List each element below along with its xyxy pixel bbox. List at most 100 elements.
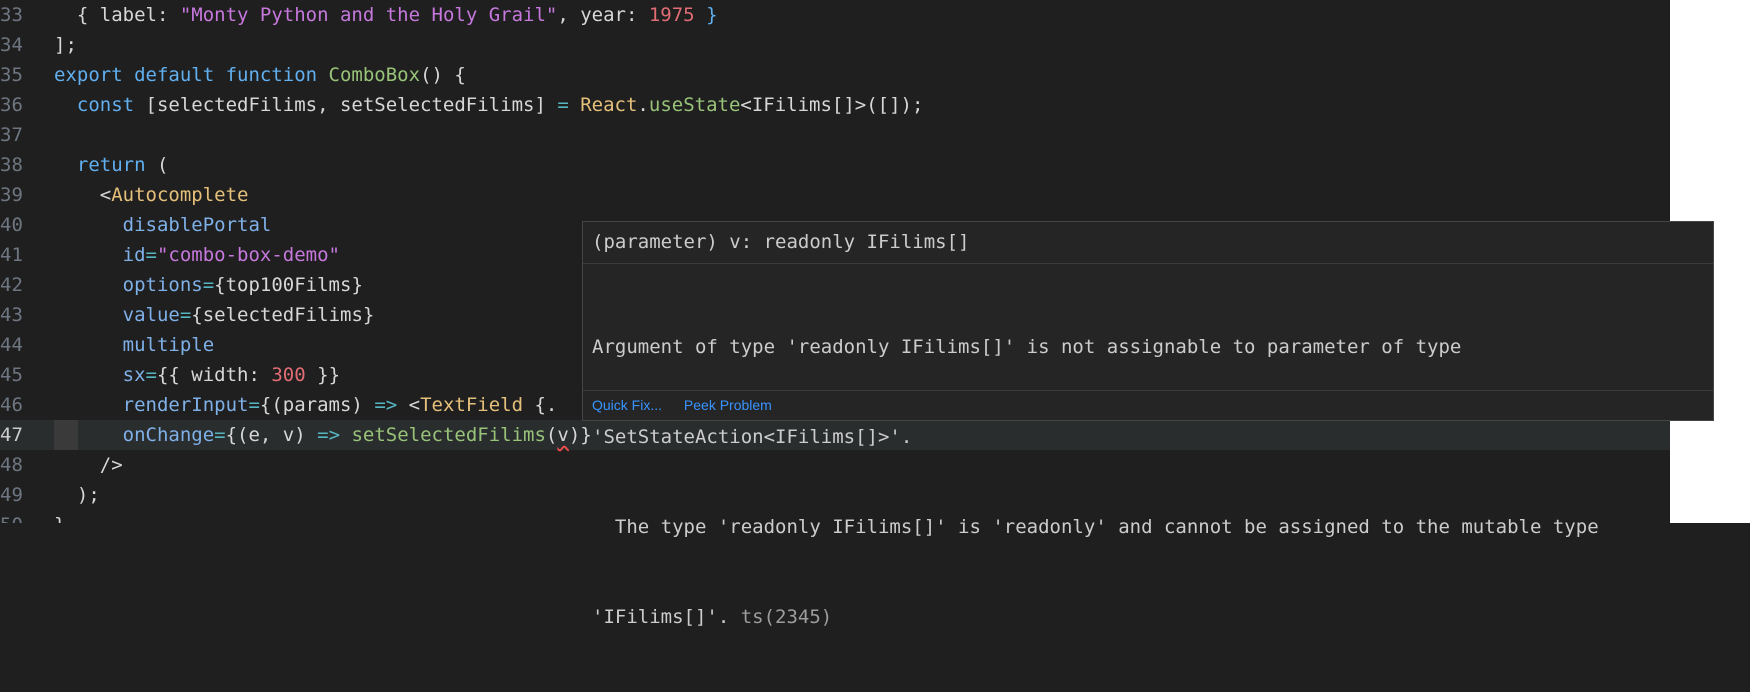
code-token: 1975	[648, 4, 695, 26]
code-token: <	[408, 394, 421, 416]
hover-message-line: Argument of type 'readonly IFilims[]' is…	[592, 336, 1462, 358]
code-token: =>	[374, 394, 409, 416]
line-number: 50	[0, 510, 23, 523]
code-token: options	[54, 274, 203, 296]
hover-message-line: The type 'readonly IFilims[]' is 'readon…	[592, 516, 1599, 538]
line-number: 41	[0, 244, 23, 266]
code-token: { label:	[54, 4, 180, 26]
code-token: id	[54, 244, 146, 266]
code-token: Autocomplete	[111, 184, 249, 206]
line-number: 46	[0, 394, 23, 416]
code-token: =	[145, 244, 157, 266]
code-token: TextField	[420, 394, 524, 416]
code-token: {top100Films}	[214, 274, 363, 296]
line-number: 36	[0, 94, 23, 116]
hover-tooltip: (parameter) v: readonly IFilims[] Argume…	[582, 221, 1714, 628]
code-token: , year:	[557, 4, 649, 26]
code-token: (	[156, 154, 169, 176]
code-text: />	[54, 450, 123, 480]
code-token: {(params)	[259, 394, 375, 416]
quick-fix-link[interactable]: Quick Fix...	[592, 397, 662, 413]
peek-problem-link[interactable]: Peek Problem	[684, 397, 772, 413]
code-token: ComboBox	[328, 64, 421, 86]
line-number: 44	[0, 334, 23, 356]
code-token: }	[54, 514, 65, 523]
code-token: 300	[271, 364, 306, 386]
code-token: =	[202, 274, 215, 296]
line-number: 42	[0, 274, 23, 296]
code-token: .	[637, 94, 649, 116]
code-token: const	[54, 94, 146, 116]
code-text: { label: "Monty Python and the Holy Grai…	[54, 0, 718, 30]
line-number: 43	[0, 304, 23, 326]
code-token: {(e, v)	[225, 424, 318, 446]
code-token: disablePortal	[54, 214, 272, 236]
code-token: =	[557, 94, 581, 116]
hover-message-line: 'SetStateAction<IFilims[]>'.	[592, 426, 913, 448]
line-number: 45	[0, 364, 23, 386]
code-line[interactable]: 38 return (	[0, 150, 1670, 180]
code-token: return	[54, 154, 157, 176]
code-text: const [selectedFilims, setSelectedFilims…	[54, 90, 924, 120]
code-text: options={top100Films}	[54, 270, 363, 300]
code-token: <IFilims[]>([]);	[740, 94, 924, 116]
code-line[interactable]: 36 const [selectedFilims, setSelectedFil…	[0, 90, 1670, 120]
code-line[interactable]: 37	[0, 120, 1670, 150]
code-token: multiple	[54, 334, 215, 356]
code-token: React	[580, 94, 638, 116]
hover-message-text: 'IFilims[]'.	[592, 606, 730, 628]
code-text: <Autocomplete	[54, 180, 249, 210]
code-text: multiple	[54, 330, 215, 360]
code-text: disablePortal	[54, 210, 272, 240]
code-token: =>	[317, 424, 352, 446]
code-token: =	[145, 364, 157, 386]
code-token: export default function	[54, 64, 329, 86]
code-text: onChange={(e, v) => setSelectedFilims(v)…	[54, 420, 592, 450]
code-token: (	[545, 424, 558, 446]
line-number: 49	[0, 484, 23, 506]
code-text: ];	[54, 30, 77, 60]
code-token: =	[248, 394, 260, 416]
code-token: =	[214, 424, 226, 446]
code-token: sx	[54, 364, 146, 386]
code-token: =	[179, 304, 192, 326]
line-number: 40	[0, 214, 23, 236]
code-token: );	[54, 484, 100, 506]
code-text: return (	[54, 150, 169, 180]
line-number: 48	[0, 454, 23, 476]
hover-message-line: 'IFilims[]'. ts(2345)	[592, 602, 1704, 632]
code-text: value={selectedFilims}	[54, 300, 375, 330]
code-token: () {	[420, 64, 466, 86]
code-token: {{ width:	[156, 364, 272, 386]
code-text: id="combo-box-demo"	[54, 240, 340, 270]
code-token: setSelectedFilims	[351, 424, 546, 446]
error-code: ts(2345)	[729, 606, 833, 628]
line-number: 34	[0, 34, 23, 56]
code-token: renderInput	[54, 394, 249, 416]
code-line[interactable]: 33 { label: "Monty Python and the Holy G…	[0, 0, 1670, 30]
code-token: <	[54, 184, 112, 206]
code-token: "combo-box-demo"	[156, 244, 340, 266]
code-token: }	[694, 4, 718, 26]
code-line[interactable]: 34];	[0, 30, 1670, 60]
hover-actions: Quick Fix... Peek Problem	[583, 390, 1713, 420]
code-token: }}	[305, 364, 341, 386]
code-text: sx={{ width: 300 }}	[54, 360, 340, 390]
line-number: 39	[0, 184, 23, 206]
code-token: />	[54, 454, 123, 476]
code-text: renderInput={(params) => <TextField {.	[54, 390, 558, 420]
code-text: }	[54, 510, 65, 523]
code-token: v	[557, 424, 569, 446]
code-token: [selectedFilims, setSelectedFilims]	[145, 94, 558, 116]
code-token: {selectedFilims}	[191, 304, 375, 326]
hover-message: Argument of type 'readonly IFilims[]' is…	[583, 264, 1713, 692]
code-token: value	[54, 304, 180, 326]
code-token: ];	[54, 34, 77, 56]
code-line[interactable]: 39 <Autocomplete	[0, 180, 1670, 210]
code-token: onChange	[54, 424, 215, 446]
code-token: {.	[523, 394, 558, 416]
code-line[interactable]: 35 export default function ComboBox() {	[0, 60, 1670, 90]
line-number: 35	[0, 64, 23, 86]
line-number: 37	[0, 124, 23, 146]
line-number: 33	[0, 4, 23, 26]
